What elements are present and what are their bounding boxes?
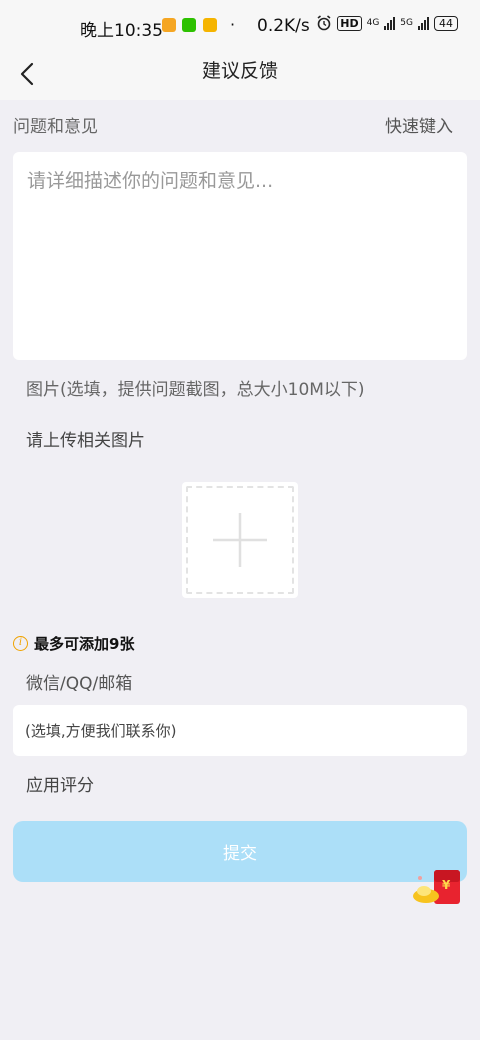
signal-strength-1-icon bbox=[384, 16, 396, 30]
status-indicators: HD 4G 5G 44 bbox=[316, 15, 458, 31]
status-bar: 晚上10:35 · 0.2K/s HD 4G 5G 44 bbox=[0, 0, 480, 50]
upload-tip: i 最多可添加9张 bbox=[13, 633, 134, 654]
status-time: 晚上10:35 bbox=[80, 21, 163, 41]
image-upload-button[interactable] bbox=[182, 482, 298, 598]
network-speed: 0.2K/s bbox=[257, 16, 310, 36]
wechat-icon bbox=[182, 18, 196, 32]
upload-tip-text: 最多可添加9张 bbox=[34, 635, 135, 653]
status-separator: · bbox=[230, 15, 236, 34]
yuan-symbol: ¥ bbox=[442, 878, 451, 892]
info-icon: i bbox=[13, 636, 28, 651]
submit-button[interactable]: 提交 bbox=[13, 821, 467, 882]
sim1-label: 4G bbox=[366, 18, 380, 28]
red-packet-icon bbox=[413, 870, 460, 904]
header-bar: 建议反馈 bbox=[0, 50, 480, 100]
battery-icon: 44 bbox=[434, 15, 458, 31]
sim2-label: 5G bbox=[400, 18, 413, 28]
hd-badge: HD bbox=[337, 15, 362, 31]
page-title: 建议反馈 bbox=[201, 60, 278, 82]
plus-icon bbox=[213, 513, 267, 567]
feedback-textarea[interactable] bbox=[13, 152, 467, 360]
feedback-label: 问题和意见 bbox=[13, 117, 98, 137]
notification-app-icon bbox=[162, 18, 176, 32]
contact-label: 微信/QQ/邮箱 bbox=[26, 674, 133, 694]
quick-input-button[interactable]: 快速键入 bbox=[385, 112, 453, 137]
upload-prompt: 请上传相关图片 bbox=[26, 431, 145, 451]
signal-strength-2-icon bbox=[418, 16, 429, 30]
image-section-label: 图片(选填，提供问题截图，总大小10M以下) bbox=[26, 380, 365, 400]
mail-icon bbox=[203, 18, 217, 32]
red-packet-float-button[interactable]: ¥ bbox=[410, 866, 466, 910]
alarm-icon bbox=[317, 15, 331, 31]
rating-label: 应用评分 bbox=[26, 776, 94, 796]
contact-input[interactable] bbox=[13, 705, 467, 756]
